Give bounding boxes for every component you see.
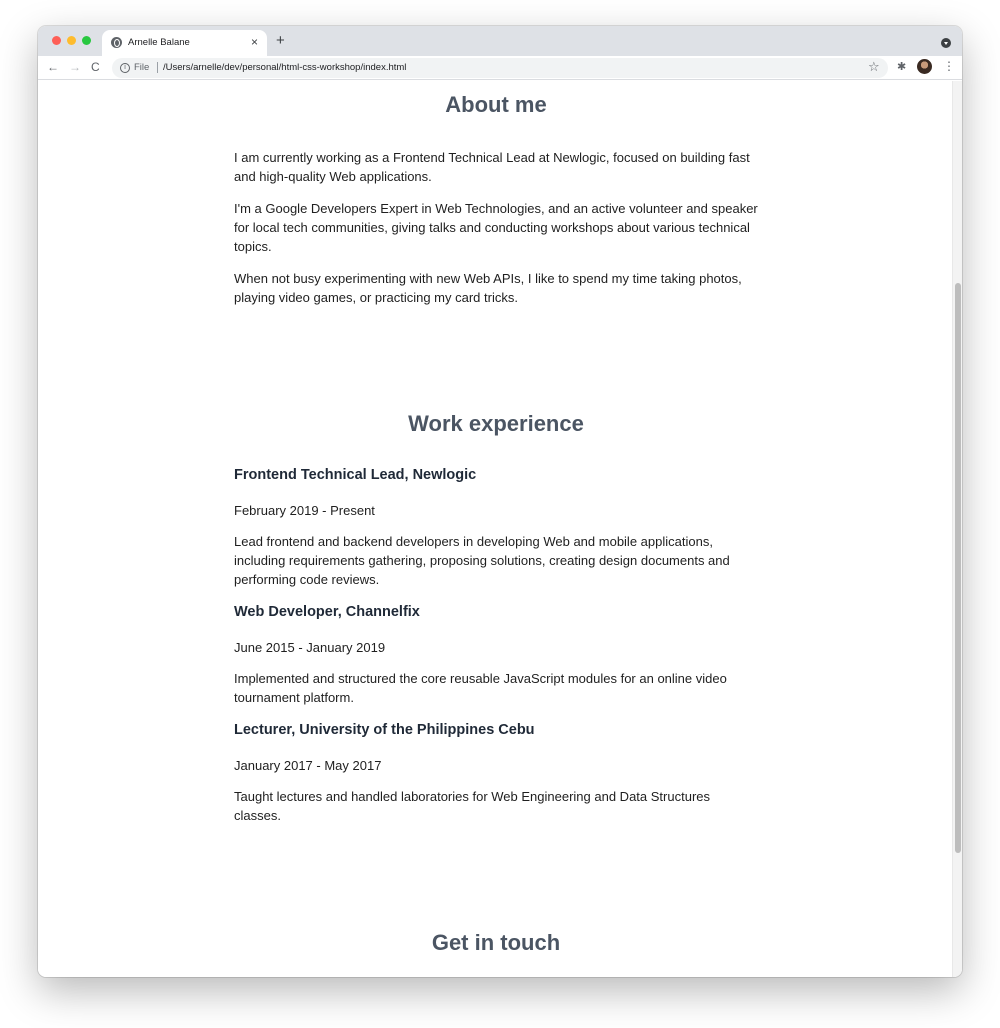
about-paragraph-1: I am currently working as a Frontend Tec…: [234, 150, 750, 184]
tab-active[interactable]: Arnelle Balane ×: [102, 30, 267, 56]
address-separator: [157, 62, 158, 73]
job-title-2: Web Developer, Channelfix: [234, 604, 420, 620]
forward-icon[interactable]: →: [69, 60, 81, 75]
job-description-2: Implemented and structured the core reus…: [234, 671, 727, 705]
reload-icon[interactable]: C: [91, 60, 100, 75]
info-icon[interactable]: i: [120, 63, 130, 73]
job-description-3: Taught lectures and handled laboratories…: [234, 789, 710, 823]
browser-toolbar: ← → C i File /Users/arnelle/dev/personal…: [38, 56, 962, 80]
job-dates-3: January 2017 - May 2017: [234, 758, 382, 773]
globe-icon: [111, 37, 122, 48]
job-title-1: Frontend Technical Lead, Newlogic: [234, 467, 477, 483]
maximize-window-button[interactable]: [82, 36, 91, 45]
menu-icon[interactable]: ⋮: [943, 59, 955, 73]
about-paragraph-2: I'm a Google Developers Expert in Web Te…: [234, 201, 758, 254]
close-window-button[interactable]: [52, 36, 61, 45]
scrollbar-thumb[interactable]: [955, 283, 961, 853]
tab-strip: Arnelle Balane × +: [38, 26, 962, 56]
plus-icon[interactable]: +: [276, 32, 285, 50]
job-dates-1: February 2019 - Present: [234, 503, 375, 518]
puzzle-icon[interactable]: ✱: [897, 60, 906, 73]
back-icon[interactable]: ←: [47, 60, 59, 75]
about-heading: About me: [445, 92, 547, 117]
tab-title: Arnelle Balane: [128, 37, 190, 48]
star-icon[interactable]: ☆: [868, 59, 880, 75]
url-text[interactable]: /Users/arnelle/dev/personal/html-css-wor…: [163, 62, 406, 73]
job-description-1: Lead frontend and backend developers in …: [234, 534, 730, 587]
contact-heading: Get in touch: [431, 930, 561, 955]
page-viewport: About me I am currently working as a Fro…: [38, 81, 962, 977]
tab-search-icon[interactable]: [941, 38, 951, 48]
scrollbar[interactable]: [952, 81, 962, 977]
minimize-window-button[interactable]: [67, 36, 76, 45]
scheme-label: File: [134, 62, 150, 73]
job-title-3: Lecturer, University of the Philippines …: [234, 722, 535, 738]
address-bar[interactable]: i File /Users/arnelle/dev/personal/html-…: [112, 58, 888, 78]
close-icon[interactable]: ×: [251, 35, 258, 49]
work-heading: Work experience: [408, 411, 584, 436]
profile-icon[interactable]: [917, 59, 932, 74]
browser-window: Arnelle Balane × + ← → C i File /Users/a…: [38, 26, 962, 977]
job-dates-2: June 2015 - January 2019: [234, 640, 386, 655]
about-paragraph-3: When not busy experimenting with new Web…: [234, 271, 742, 305]
